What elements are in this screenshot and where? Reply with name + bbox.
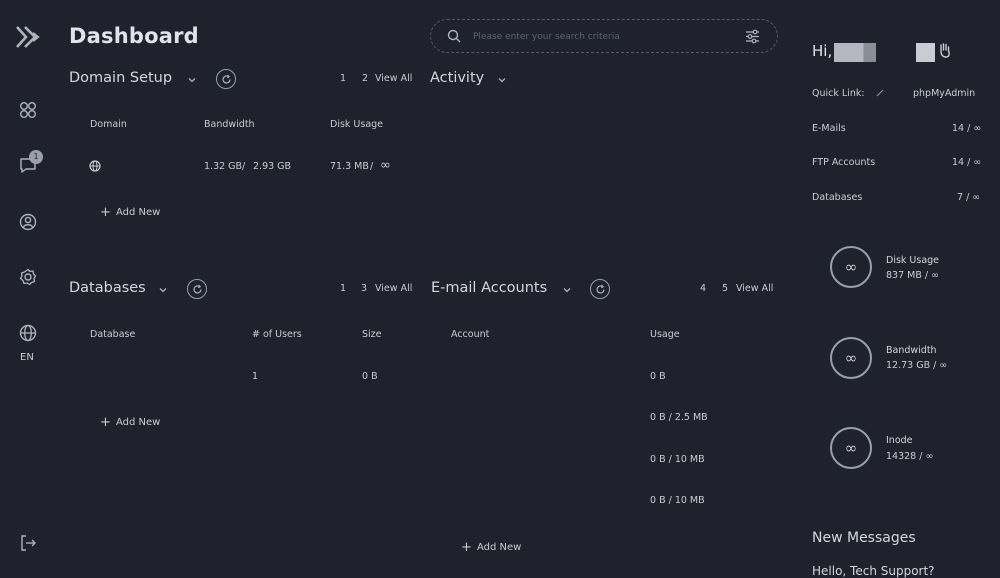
search-icon [447,29,461,43]
chevron-down-icon[interactable] [562,285,572,295]
column-header-usage: Usage [650,329,680,340]
databases-page-1[interactable]: 1 [340,283,346,294]
bandwidth-gauge: ∞ [830,337,872,379]
grid-icon[interactable] [18,100,38,120]
email-accounts-title[interactable]: E-mail Accounts [431,280,547,296]
user-icon[interactable] [18,212,38,232]
domain-refresh-button[interactable] [216,69,236,89]
column-header-database: Database [90,329,136,340]
databases-add-new-button[interactable]: + Add New [100,415,160,430]
email-usage-2: 0 B / 2.5 MB [650,412,708,423]
notification-badge: 1 [29,150,43,164]
quick-link-label: Quick Link: [812,88,865,99]
disk-usage-gauge: ∞ [830,246,872,288]
plus-icon: + [100,415,111,430]
bandwidth-label: Bandwidth [886,345,937,356]
column-header-users: # of Users [252,329,302,340]
email-add-new-button[interactable]: + Add New [461,540,521,555]
stat-databases-value: 7 / ∞ [957,192,981,203]
column-header-domain: Domain [90,119,127,130]
column-header-size: Size [362,329,382,340]
wave-hand-icon [940,43,950,58]
email-refresh-button[interactable] [590,279,610,299]
new-messages-title: New Messages [812,530,916,546]
databases-title[interactable]: Databases [69,280,146,296]
domain-add-new-label: Add New [116,207,161,218]
email-usage-4: 0 B / 10 MB [650,495,705,506]
databases-page-3[interactable]: 3 [361,283,367,294]
stat-ftp-label: FTP Accounts [812,157,876,168]
language-label[interactable]: EN [20,352,34,363]
filter-icon[interactable] [745,29,760,44]
database-users-count: 1 [252,371,259,382]
refresh-icon [596,284,605,294]
chevron-down-icon[interactable] [187,75,197,85]
refresh-icon [193,284,202,294]
username-redacted [834,43,876,62]
plus-icon: + [100,205,111,220]
disk-usage-value: 837 MB / ∞ [886,270,940,281]
settings-icon[interactable] [18,267,38,287]
disk-usage-label: Disk Usage [886,255,940,266]
inode-label: Inode [886,435,913,446]
message-preview[interactable]: Hello, Tech Support? [812,564,935,578]
domain-globe-icon [89,160,101,172]
column-header-disk-usage: Disk Usage [330,119,384,130]
databases-add-new-label: Add New [116,417,161,428]
stat-databases-label: Databases [812,192,863,203]
logo-icon[interactable] [15,24,41,50]
domain-add-new-button[interactable]: + Add New [100,205,160,220]
email-add-new-label: Add New [477,542,522,553]
stat-ftp-value: 14 / ∞ [952,157,982,168]
inode-gauge: ∞ [830,427,872,469]
bandwidth-separator: / [242,161,246,172]
domain-page-2[interactable]: 2 [362,73,368,84]
search-bar[interactable] [430,19,778,53]
globe-icon[interactable] [18,323,38,343]
column-header-bandwidth: Bandwidth [204,119,255,130]
avatar[interactable] [916,43,935,62]
domain-setup-title[interactable]: Domain Setup [69,70,172,86]
greeting: Hi, [812,42,833,60]
stat-emails-label: E-Mails [812,123,846,134]
email-page-4[interactable]: 4 [700,283,706,294]
email-usage-1: 0 B [650,371,666,382]
disk-separator: / [370,161,374,172]
email-usage-3: 0 B / 10 MB [650,454,705,465]
email-page-5[interactable]: 5 [722,283,728,294]
bandwidth-used: 1.32 GB [204,161,243,172]
database-size: 0 B [362,371,378,382]
chevron-down-icon[interactable] [497,75,507,85]
refresh-icon [222,74,231,84]
email-view-all-link[interactable]: View All [736,283,773,294]
search-input[interactable] [473,29,723,45]
logout-icon[interactable] [18,533,38,553]
left-rail: 1 EN [0,0,56,572]
plus-icon: + [461,540,472,555]
chevron-down-icon[interactable] [158,285,168,295]
quick-link-phpmyadmin[interactable]: phpMyAdmin [913,88,975,99]
pencil-icon[interactable] [875,88,885,98]
bandwidth-value: 12.73 GB / ∞ [886,360,948,371]
column-header-account: Account [451,329,490,340]
disk-total: ∞ [380,158,391,173]
inode-value: 14328 / ∞ [886,451,934,462]
domain-page-1[interactable]: 1 [340,73,346,84]
stat-emails-value: 14 / ∞ [952,123,982,134]
disk-used: 71.3 MB [330,161,369,172]
bandwidth-total: 2.93 GB [253,161,292,172]
domain-view-all-link[interactable]: View All [375,73,412,84]
activity-title[interactable]: Activity [430,70,484,86]
page-title: Dashboard [69,24,199,48]
databases-refresh-button[interactable] [187,279,207,299]
databases-view-all-link[interactable]: View All [375,283,412,294]
